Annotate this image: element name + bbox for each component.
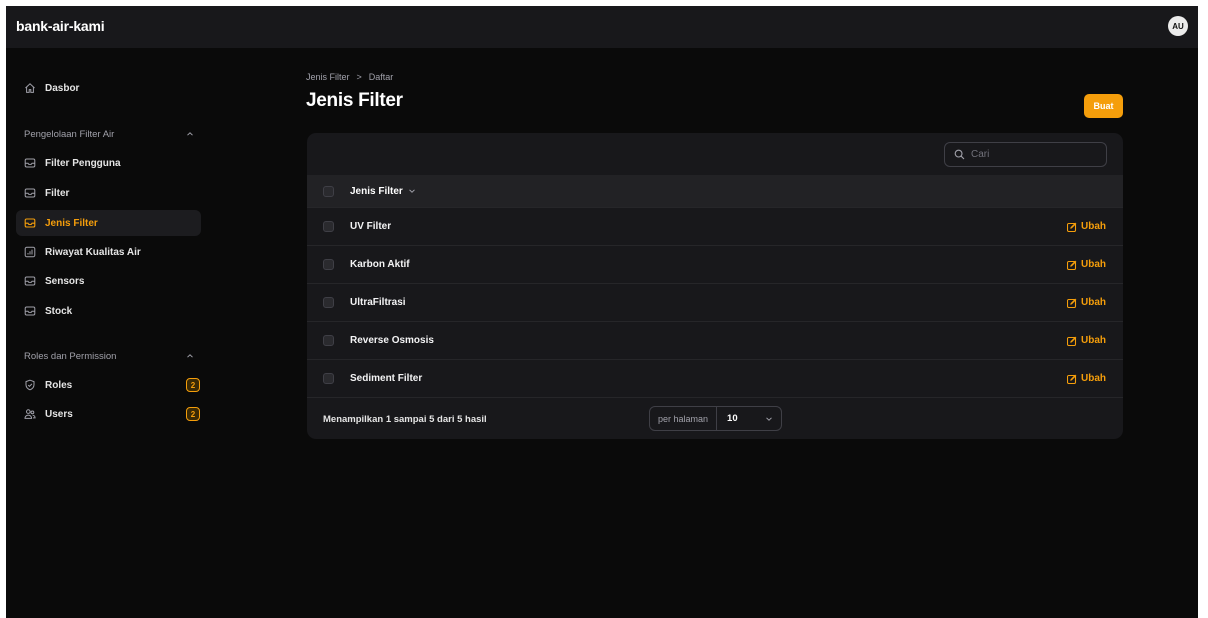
- group-label-filter-air: Pengelolaan Filter Air: [24, 129, 115, 140]
- edit-label: Ubah: [1081, 297, 1106, 308]
- sidebar-item-riwayat-kualitas-air[interactable]: Riwayat Kualitas Air: [16, 239, 201, 265]
- sidebar-item-label: Filter Pengguna: [45, 157, 121, 169]
- column-header-jenis-filter[interactable]: Jenis Filter: [350, 186, 416, 197]
- per-page-select[interactable]: per halaman 10: [649, 406, 782, 431]
- inbox-icon: [24, 306, 36, 316]
- sidebar-item-label: Jenis Filter: [45, 217, 98, 229]
- inbox-icon: [24, 158, 36, 168]
- row-checkbox[interactable]: [323, 373, 334, 384]
- edit-icon: [1067, 298, 1077, 308]
- table-row: Karbon Aktif Ubah: [307, 245, 1123, 283]
- edit-label: Ubah: [1081, 335, 1106, 346]
- count-badge: 2: [186, 378, 200, 392]
- inbox-icon: [24, 188, 36, 198]
- shield-check-icon: [25, 379, 35, 391]
- row-name: Karbon Aktif: [350, 259, 410, 270]
- chevron-up-icon[interactable]: [186, 130, 194, 138]
- search-box[interactable]: [944, 142, 1107, 167]
- per-page-label: per halaman: [650, 407, 718, 430]
- table-header: Jenis Filter: [307, 175, 1123, 207]
- table-row: UV Filter Ubah: [307, 207, 1123, 245]
- table-row: Reverse Osmosis Ubah: [307, 321, 1123, 359]
- chevron-up-icon[interactable]: [186, 352, 194, 360]
- row-checkbox[interactable]: [323, 259, 334, 270]
- table-card: Jenis Filter UV Filter Ubah Karbon Aktif…: [307, 133, 1123, 439]
- create-button[interactable]: Buat: [1084, 94, 1123, 118]
- row-checkbox[interactable]: [323, 221, 334, 232]
- row-checkbox[interactable]: [323, 335, 334, 346]
- user-avatar[interactable]: AU: [1168, 16, 1188, 36]
- row-name: UltraFiltrasi: [350, 297, 406, 308]
- edit-icon: [1067, 336, 1077, 346]
- breadcrumb: Jenis Filter > Daftar: [306, 72, 606, 82]
- sidebar-item-jenis-filter[interactable]: Jenis Filter: [16, 210, 201, 236]
- breadcrumb-current: Daftar: [368, 72, 394, 82]
- sidebar-item-dasbor[interactable]: Dasbor: [16, 75, 201, 101]
- edit-icon: [1067, 222, 1077, 232]
- count-badge: 2: [186, 407, 200, 421]
- table-row: Sediment Filter Ubah: [307, 359, 1123, 397]
- page-title: Jenis Filter: [306, 90, 403, 111]
- table-footer: Menampilkan 1 sampai 5 dari 5 hasil per …: [307, 397, 1123, 439]
- search-icon: [954, 149, 965, 160]
- sidebar-item-label: Users: [45, 408, 73, 420]
- search-input[interactable]: [971, 149, 1101, 160]
- inbox-icon: [24, 218, 36, 228]
- home-icon: [25, 83, 35, 93]
- breadcrumb-link-jenis-filter[interactable]: Jenis Filter: [306, 72, 350, 82]
- row-checkbox[interactable]: [323, 297, 334, 308]
- row-name: UV Filter: [350, 221, 392, 232]
- chevron-down-icon: [766, 416, 772, 421]
- column-header-label: Jenis Filter: [350, 185, 403, 197]
- row-name: Reverse Osmosis: [350, 335, 434, 346]
- edit-button[interactable]: Ubah: [1067, 221, 1106, 232]
- edit-icon: [1067, 374, 1077, 384]
- inbox-icon: [24, 276, 36, 286]
- sidebar-item-label: Dasbor: [45, 82, 80, 94]
- row-name: Sediment Filter: [350, 373, 423, 384]
- sidebar: Dasbor Pengelolaan Filter Air Filter Pen…: [6, 48, 210, 618]
- sidebar-item-label: Riwayat Kualitas Air: [45, 246, 141, 258]
- edit-label: Ubah: [1081, 373, 1106, 384]
- breadcrumb-separator: >: [356, 72, 362, 82]
- sidebar-item-filter[interactable]: Filter: [16, 180, 201, 206]
- edit-label: Ubah: [1081, 259, 1106, 270]
- edit-label: Ubah: [1081, 221, 1106, 232]
- users-icon: [24, 409, 36, 419]
- chart-icon: [24, 246, 36, 258]
- sidebar-item-label: Sensors: [45, 275, 85, 287]
- select-all-checkbox[interactable]: [323, 185, 334, 197]
- edit-button[interactable]: Ubah: [1067, 373, 1106, 384]
- sidebar-item-label: Stock: [45, 305, 73, 317]
- sidebar-item-users[interactable]: Users 2: [16, 401, 201, 427]
- per-page-value[interactable]: 10: [717, 413, 761, 424]
- sidebar-item-stock[interactable]: Stock: [16, 298, 201, 324]
- app-window: bank-air-kami AU Dasbor Pengelolaan Filt…: [6, 6, 1198, 618]
- sidebar-item-roles[interactable]: Roles 2: [16, 372, 201, 398]
- sidebar-item-sensors[interactable]: Sensors: [16, 268, 201, 294]
- top-bar: bank-air-kami AU: [6, 6, 1198, 48]
- edit-icon: [1067, 260, 1077, 270]
- sidebar-item-label: Filter: [45, 187, 70, 199]
- edit-button[interactable]: Ubah: [1067, 259, 1106, 270]
- app-brand[interactable]: bank-air-kami: [16, 18, 105, 34]
- group-label-roles-permission: Roles dan Permission: [24, 351, 117, 362]
- edit-button[interactable]: Ubah: [1067, 335, 1106, 346]
- sidebar-item-filter-pengguna[interactable]: Filter Pengguna: [16, 150, 201, 176]
- chevron-down-icon: [408, 189, 415, 193]
- sidebar-item-label: Roles: [45, 379, 73, 391]
- results-summary: Menampilkan 1 sampai 5 dari 5 hasil: [323, 414, 487, 425]
- table-row: UltraFiltrasi Ubah: [307, 283, 1123, 321]
- edit-button[interactable]: Ubah: [1067, 297, 1106, 308]
